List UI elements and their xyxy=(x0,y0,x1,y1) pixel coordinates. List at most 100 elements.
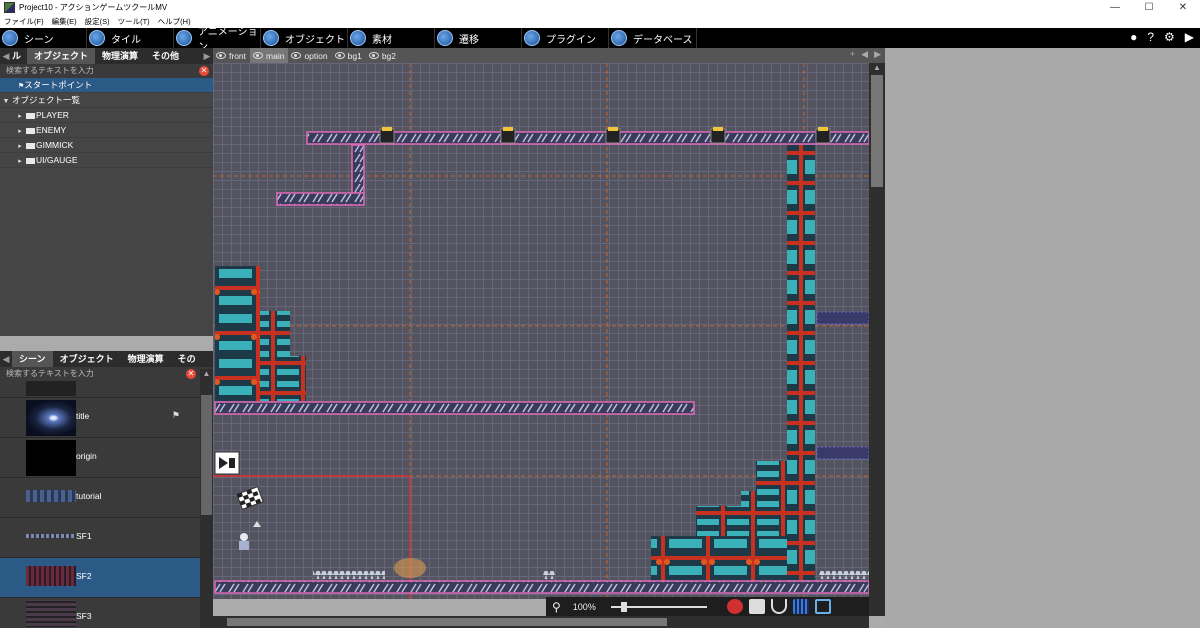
menu-help[interactable]: ヘルプ(H) xyxy=(158,16,191,27)
canvas-vertical-thumb[interactable] xyxy=(871,75,883,187)
folder-ui-gauge[interactable]: ▸ UI/GAUGE xyxy=(0,153,213,168)
tab-object[interactable]: オブジェクト xyxy=(27,48,96,64)
scene-thumbnail xyxy=(26,600,76,627)
layer-toggle-icon[interactable] xyxy=(814,599,831,614)
scroll-up-icon[interactable]: ▲ xyxy=(200,369,213,378)
canvas-horizontal-thumb[interactable] xyxy=(227,618,667,626)
scene-search-input[interactable]: 検索するテキストを入力 ✕ xyxy=(0,367,213,381)
scene-item-sf1[interactable]: SF1 xyxy=(0,518,200,558)
object-list-header[interactable]: ▼ オブジェクト一覧 xyxy=(0,93,213,108)
eye-icon[interactable] xyxy=(368,52,379,59)
maximize-button[interactable]: ☐ xyxy=(1132,0,1166,14)
menu-tools[interactable]: ツール(T) xyxy=(118,16,150,27)
scroll-up-icon[interactable]: ▲ xyxy=(869,63,885,72)
toolbar-animation-button[interactable]: アニメーション xyxy=(174,27,261,53)
scene-item-sf3[interactable]: SF3 xyxy=(0,598,200,627)
layer-label: option xyxy=(304,50,328,61)
clear-search-icon[interactable]: ✕ xyxy=(199,66,209,76)
folder-gimmick[interactable]: ▸ GIMMICK xyxy=(0,138,213,153)
add-layer-icon[interactable]: + xyxy=(850,49,855,60)
scene-item-partial[interactable] xyxy=(0,381,200,398)
object-search-input[interactable]: 検索するテキストを入力 ✕ xyxy=(0,64,213,78)
grid-icon[interactable] xyxy=(792,599,809,614)
expand-right-icon: ▸ xyxy=(18,158,22,165)
layer-tab-bg2[interactable]: bg2 xyxy=(366,48,400,63)
start-point-item[interactable]: ⚑スタートポイント xyxy=(0,78,213,93)
record-icon[interactable]: ● xyxy=(1130,30,1137,44)
folder-icon xyxy=(26,127,35,134)
scene-thumbnail xyxy=(26,440,76,476)
clear-search-icon[interactable]: ✕ xyxy=(186,369,196,379)
scene-list-scrollbar[interactable]: ▲ xyxy=(200,369,213,628)
toolbar-scene-label: シーン xyxy=(24,34,54,46)
scene-label: tutorial xyxy=(76,491,102,501)
title-bar: Project10 - アクションゲームツクールMV — ☐ ✕ xyxy=(0,0,1200,14)
folder-player[interactable]: ▸ PLAYER xyxy=(0,108,213,123)
layer-tab-bg1[interactable]: bg1 xyxy=(332,48,366,63)
layer-tab-main[interactable]: main xyxy=(250,48,289,63)
eye-icon[interactable] xyxy=(216,52,226,59)
window-title: Project10 - アクションゲームツクールMV xyxy=(19,2,168,12)
arrow-left-icon[interactable]: ◀ xyxy=(861,49,868,60)
scene-canvas[interactable] xyxy=(213,63,869,599)
tab-scroll-right-icon[interactable]: ▶ xyxy=(201,48,213,64)
toolbar-scene-button[interactable]: シーン xyxy=(0,28,87,48)
layer-tab-front[interactable]: front xyxy=(213,48,250,63)
magnet-icon[interactable] xyxy=(770,599,787,614)
tab-physics[interactable]: 物理演算 xyxy=(95,48,145,64)
scene-label: title xyxy=(76,411,90,421)
arrow-right-icon[interactable]: ▶ xyxy=(874,49,881,60)
menu-file[interactable]: ファイル(F) xyxy=(4,16,44,27)
toolbar-resource-label: 素材 xyxy=(372,34,392,46)
tab-other[interactable]: その他 xyxy=(145,48,186,64)
help-icon[interactable]: ? xyxy=(1147,30,1154,44)
minimize-button[interactable]: — xyxy=(1098,0,1132,14)
folder-enemy[interactable]: ▸ ENEMY xyxy=(0,123,213,138)
close-button[interactable]: ✕ xyxy=(1166,0,1200,14)
gear-icon[interactable]: ⚙ xyxy=(1164,30,1175,44)
resource-icon xyxy=(350,30,366,46)
play-icon[interactable]: ▶ xyxy=(1185,30,1194,44)
scene-item-tutorial[interactable]: tutorial xyxy=(0,478,200,518)
tab-physics[interactable]: 物理演算 xyxy=(121,351,171,367)
animation-icon xyxy=(176,30,192,46)
red-tool-icon[interactable] xyxy=(726,599,743,614)
scene-item-sf2[interactable]: SF2 xyxy=(0,558,200,598)
eye-icon[interactable] xyxy=(291,52,302,59)
scene-panel: ◀ シーン オブジェクト 物理演算 その 検索するテキストを入力 ✕ title… xyxy=(0,351,213,628)
tab-other[interactable]: その xyxy=(171,351,203,367)
folder-icon xyxy=(26,157,35,164)
folder-ui-gauge-label: UI/GAUGE xyxy=(36,155,78,165)
magnifier-icon[interactable]: ⚲ xyxy=(552,600,561,614)
menu-settings[interactable]: 設定(S) xyxy=(85,16,110,27)
camera-tool-icon[interactable] xyxy=(748,599,765,614)
toolbar-database-label: データベース xyxy=(633,34,693,46)
eye-icon[interactable] xyxy=(253,52,264,59)
zoom-slider[interactable] xyxy=(610,601,707,612)
toolbar-resource-button[interactable]: 素材 xyxy=(348,28,435,48)
canvas-horizontal-scrollbar[interactable] xyxy=(213,616,869,628)
scene-list-scroll-thumb[interactable] xyxy=(201,395,212,515)
tab-scroll-left-icon[interactable]: ◀ xyxy=(0,48,12,64)
toolbar-tile-label: タイル xyxy=(111,34,141,46)
toolbar-database-button[interactable]: データベース xyxy=(609,28,697,48)
tab-scroll-left-icon[interactable]: ◀ xyxy=(0,351,12,367)
layer-tab-option[interactable]: option xyxy=(288,48,331,63)
toolbar-plugin-button[interactable]: プラグイン xyxy=(522,28,609,48)
layer-label: bg2 xyxy=(381,50,396,61)
tab-scene[interactable]: シーン xyxy=(12,351,53,367)
toolbar-object-button[interactable]: オブジェクト xyxy=(261,28,348,48)
tab-tile-truncated[interactable]: ル xyxy=(12,48,27,64)
expand-right-icon: ▸ xyxy=(18,128,22,135)
folder-icon xyxy=(26,112,35,119)
canvas-vertical-scrollbar[interactable]: ▲ xyxy=(869,63,885,616)
tab-object[interactable]: オブジェクト xyxy=(53,351,121,367)
menu-bar: ファイル(F) 編集(E) 設定(S) ツール(T) ヘルプ(H) xyxy=(0,14,1200,28)
toolbar-tile-button[interactable]: タイル xyxy=(87,28,174,48)
toolbar-transition-button[interactable]: 遷移 xyxy=(435,28,522,48)
scene-item-origin[interactable]: origin xyxy=(0,438,200,478)
eye-icon[interactable] xyxy=(334,52,345,59)
menu-edit[interactable]: 編集(E) xyxy=(52,16,77,27)
scene-item-title[interactable]: title ⚑ xyxy=(0,398,200,438)
zoom-slider-knob[interactable] xyxy=(620,601,627,612)
